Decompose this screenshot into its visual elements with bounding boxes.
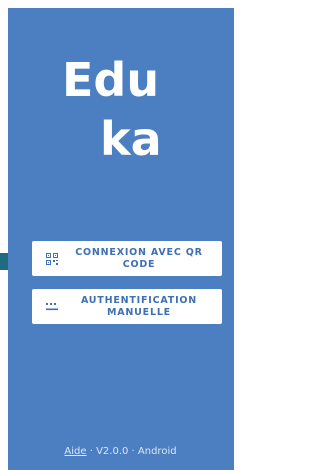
logo-line-2: ka — [100, 112, 162, 166]
manual-auth-button[interactable]: AUTHENTIFICATION MANUELLE — [32, 289, 222, 324]
footer: Aide · V2.0.0 · Android — [0, 446, 241, 457]
qr-login-label: CONNEXION AVEC QR CODE — [75, 246, 203, 270]
keyboard-icon — [42, 302, 62, 312]
help-link[interactable]: Aide — [64, 446, 86, 457]
qr-login-button[interactable]: CONNEXION AVEC QR CODE — [32, 241, 222, 276]
eduka-logo: Edu ka — [60, 56, 190, 163]
manual-auth-label: AUTHENTIFICATION MANUELLE — [80, 294, 198, 318]
logo-line-1: Edu — [62, 53, 160, 107]
qr-code-icon — [42, 252, 62, 265]
version-text: · V2.0.0 · Android — [86, 446, 177, 457]
